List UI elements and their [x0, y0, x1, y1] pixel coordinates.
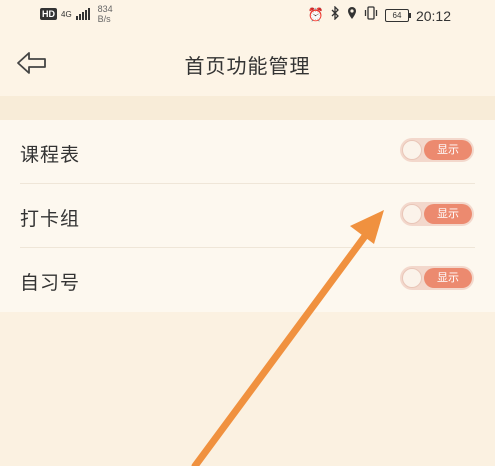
bluetooth-icon: [331, 5, 340, 25]
toggle-label: 显示: [424, 204, 472, 224]
toggle-label: 显示: [424, 140, 472, 160]
alarm-icon: ⏰: [307, 7, 324, 23]
network-speed-value: 834: [97, 4, 113, 14]
location-icon: [347, 6, 357, 25]
list-item-study-account: 自习号 显示: [0, 248, 495, 312]
show-toggle-course-schedule[interactable]: 显示: [400, 138, 474, 162]
network-speed-unit: B/s: [97, 14, 111, 24]
list-item-course-schedule: 课程表 显示: [0, 120, 495, 184]
status-time: 20:12: [415, 7, 451, 24]
signal-icon: [75, 8, 90, 20]
network-speed: 834 B/s: [98, 4, 113, 24]
vibrate-icon: [364, 6, 378, 25]
status-right: ⏰ 64 20:12: [307, 5, 451, 25]
show-toggle-study-account[interactable]: 显示: [400, 266, 474, 290]
list-item-label: 课程表: [20, 144, 81, 166]
page-title: 首页功能管理: [184, 54, 311, 78]
feature-list: 课程表 显示 打卡组 显示 自习号 显示: [0, 120, 495, 312]
toggle-knob: [402, 268, 422, 288]
status-bar: HD 4G 834 B/s ⏰ 64 20:12: [0, 0, 495, 30]
list-item-checkin-group: 打卡组 显示: [0, 184, 495, 248]
battery-icon: 64: [384, 9, 411, 22]
show-toggle-checkin-group[interactable]: 显示: [400, 202, 474, 226]
hd-badge: HD: [40, 8, 57, 20]
list-item-label: 自习号: [20, 272, 81, 294]
toggle-knob: [402, 140, 422, 160]
toggle-label: 显示: [424, 268, 472, 288]
empty-content-area: [0, 312, 495, 466]
toggle-knob: [402, 204, 422, 224]
status-left: HD 4G 834 B/s: [40, 4, 113, 24]
network-type: 4G: [61, 9, 72, 19]
header: 首页功能管理: [0, 30, 495, 96]
section-spacer: [0, 96, 495, 120]
list-item-label: 打卡组: [20, 208, 81, 230]
